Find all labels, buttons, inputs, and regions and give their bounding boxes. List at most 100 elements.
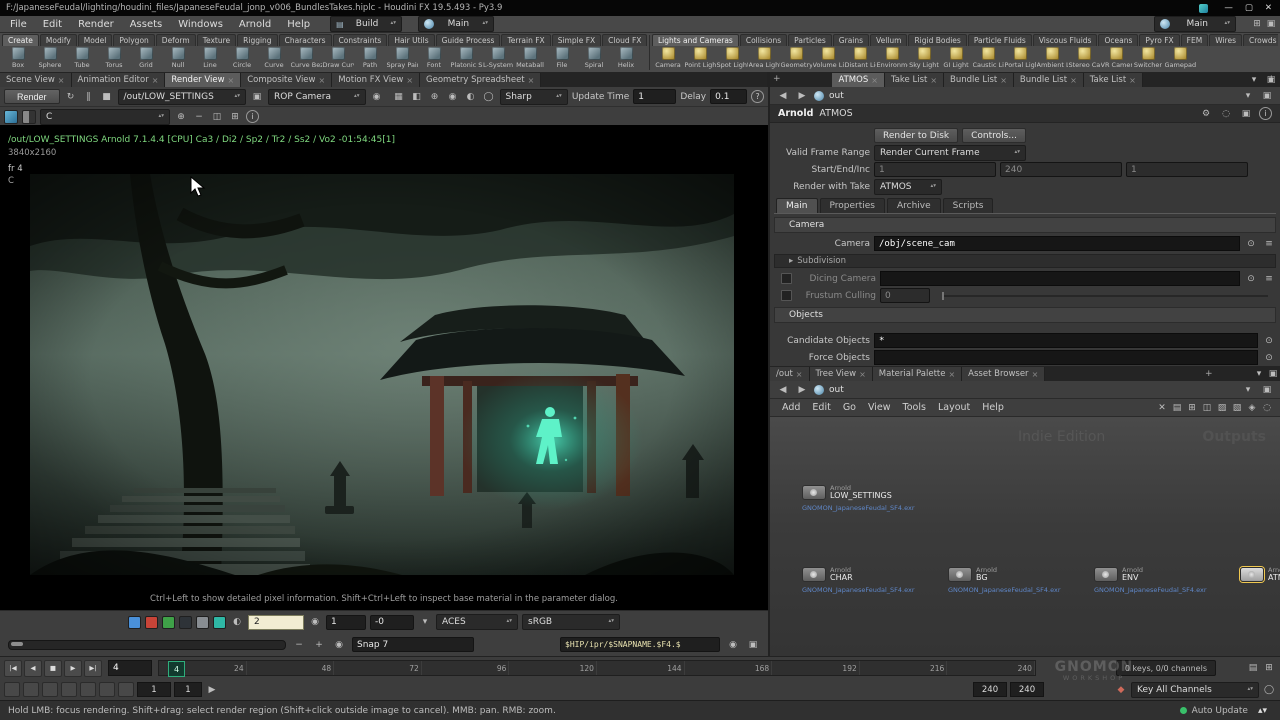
offset-field[interactable]: -0 (370, 615, 414, 630)
camera-jump-icon[interactable]: ◉ (370, 90, 384, 104)
network-search-icon[interactable]: ◌ (1260, 401, 1274, 415)
shelf-tool[interactable]: Curve (258, 46, 290, 72)
rop-node[interactable]: Arnold LOW_SETTINGS GNOMON_JapaneseFeuda… (802, 485, 915, 512)
valid-frame-range-menu[interactable]: Render Current Frame ▴▾ (874, 145, 1026, 161)
shelf-tool[interactable]: Stereo Camera (1068, 46, 1100, 72)
close-tab-icon[interactable]: × (1070, 76, 1077, 85)
fit-view-icon[interactable]: ◫ (210, 110, 224, 124)
close-button[interactable]: ✕ (1265, 3, 1272, 13)
pane-float-icon[interactable]: ▣ (1266, 367, 1280, 381)
snapshot-minus-icon[interactable]: − (292, 638, 306, 652)
pane-tab[interactable]: Bundle List × (1014, 73, 1084, 87)
shelf-tab[interactable]: Wires (1209, 34, 1242, 46)
shelf-tool[interactable]: Point Light (684, 46, 716, 72)
close-tab-icon[interactable]: × (528, 76, 535, 85)
param-info-icon[interactable]: i (1259, 107, 1272, 120)
close-tab-icon[interactable]: × (796, 370, 803, 379)
menu-item[interactable]: Arnold (231, 16, 279, 32)
dicing-camera-checkbox[interactable] (781, 273, 792, 284)
shelf-tool[interactable]: Area Light (748, 46, 780, 72)
bg-checker-icon[interactable]: ▦ (392, 90, 406, 104)
shelf-tab[interactable]: Particle Fluids (968, 34, 1032, 46)
pane-link-icon[interactable]: ▣ (1260, 383, 1274, 397)
playback-start-field[interactable]: 1 (174, 682, 202, 697)
channel-alpha-swatch[interactable] (179, 616, 192, 629)
pane-float-icon[interactable]: ▣ (1264, 73, 1278, 87)
shelf-tool[interactable]: VR Camera (1100, 46, 1132, 72)
shelf-tool[interactable]: Tube (66, 46, 98, 72)
shelf-tool[interactable]: Spot Light (716, 46, 748, 72)
global-start-field[interactable]: 1 (137, 682, 171, 697)
shelf-tool[interactable]: Metaball (514, 46, 546, 72)
shelf-tab[interactable]: Deform (156, 34, 196, 46)
magnify-icon[interactable]: ⊕ (428, 90, 442, 104)
channel-luma-swatch[interactable] (196, 616, 209, 629)
shelf-tab[interactable]: Modify (40, 34, 77, 46)
shelf-tab[interactable]: Pyro FX (1139, 34, 1179, 46)
color-palette-icon[interactable]: ▨ (1215, 401, 1229, 415)
update-time-field[interactable]: 1 (633, 89, 676, 104)
shelf-tool[interactable]: Sphere (34, 46, 66, 72)
shelf-tool[interactable]: Sky Light (908, 46, 940, 72)
controls-button[interactable]: Controls... (962, 128, 1026, 143)
shelf-tool[interactable]: Line (194, 46, 226, 72)
candidate-objects-field[interactable]: * (874, 333, 1258, 348)
current-frame-field[interactable]: 4 (108, 660, 152, 676)
network-menu-item[interactable]: Add (776, 402, 806, 413)
gamma-icon[interactable]: ◉ (308, 615, 322, 629)
shelf-tool[interactable]: Environment Light (876, 46, 908, 72)
pane-tab[interactable]: Render View × (165, 73, 241, 87)
shelf-tool[interactable]: Geometry Light (780, 46, 812, 72)
render-image[interactable] (30, 174, 734, 575)
take-snapshot-icon[interactable]: ◉ (726, 638, 740, 652)
gear-icon[interactable]: ⚙ (1199, 107, 1213, 121)
shelf-tool[interactable]: Distant Light (844, 46, 876, 72)
shelf-tab[interactable]: Constraints (333, 34, 388, 46)
rop-node[interactable]: Arnold ENV GNOMON_JapaneseFeudal_SF4.exr (1094, 567, 1240, 594)
pane-menu-icon[interactable]: ▾ (1252, 367, 1266, 381)
close-tab-icon[interactable]: × (1129, 76, 1136, 85)
network-canvas[interactable]: Indie Edition Outputs Arnold LOW_SETTING… (770, 417, 1280, 658)
close-tab-icon[interactable]: × (1032, 370, 1039, 379)
shelf-tab[interactable]: Particles (788, 34, 832, 46)
pane-tab[interactable]: Animation Editor × (72, 73, 166, 87)
snapshot-slider[interactable] (8, 640, 286, 650)
shelf-tab[interactable]: Hair Utils (388, 34, 434, 46)
tree-icon[interactable]: ▤ (1170, 401, 1184, 415)
channel-blue-swatch[interactable] (162, 616, 175, 629)
snapshot-plus-icon[interactable]: + (312, 638, 326, 652)
shelf-tool[interactable]: L-System (482, 46, 514, 72)
shelf-tab[interactable]: Crowds (1243, 34, 1278, 46)
shelf-tool[interactable]: Volume Light (812, 46, 844, 72)
keyframe-options-icon[interactable] (118, 682, 134, 697)
rop-node[interactable]: Arnold BG GNOMON_JapaneseFeudal_SF4.exr (948, 567, 1094, 594)
shelf-tab[interactable]: Viscous Fluids (1033, 34, 1098, 46)
render-region-icon[interactable]: ◯ (482, 90, 496, 104)
camera-selector[interactable]: ROP Camera ▴▾ (268, 89, 365, 105)
increment-field[interactable]: 1 (1126, 162, 1248, 177)
network-menu-item[interactable]: Tools (897, 402, 932, 413)
add-pane-tab-button[interactable]: + (768, 72, 786, 86)
pane-link-icon[interactable]: ▣ (1260, 89, 1274, 103)
transport-button[interactable]: ■ (44, 660, 62, 677)
network-menu-item[interactable]: Help (976, 402, 1010, 413)
desktop-menu[interactable]: ▤ Build ▴▾ (330, 16, 402, 32)
shelf-tab[interactable]: Cloud FX (602, 34, 647, 46)
shelf-tool[interactable]: GI Light (940, 46, 972, 72)
path-dropdown-icon[interactable]: ▾ (1241, 89, 1255, 103)
back-icon[interactable]: ◀ (776, 383, 790, 397)
channel-green-swatch[interactable] (145, 616, 158, 629)
image-plane-menu[interactable]: C ▴▾ (40, 109, 170, 125)
channel-red-swatch[interactable] (128, 616, 141, 629)
playbar[interactable]: 24487296120144168192216240 4 (158, 660, 1036, 676)
shelf-tool[interactable]: Portal Light (1004, 46, 1036, 72)
delay-field[interactable]: 0.1 (710, 89, 747, 104)
dopesheet-icon[interactable]: ⊞ (1262, 661, 1276, 675)
pane-tab[interactable]: /out × (770, 367, 810, 381)
snapshot-name-field[interactable]: Snap 7 (352, 637, 474, 652)
shelf-tab[interactable]: Texture (197, 34, 236, 46)
shelf-tool[interactable]: Box (2, 46, 34, 72)
shelf-tool[interactable]: Null (162, 46, 194, 72)
menu-item[interactable]: Edit (35, 16, 70, 32)
close-tab-icon[interactable]: × (152, 76, 159, 85)
